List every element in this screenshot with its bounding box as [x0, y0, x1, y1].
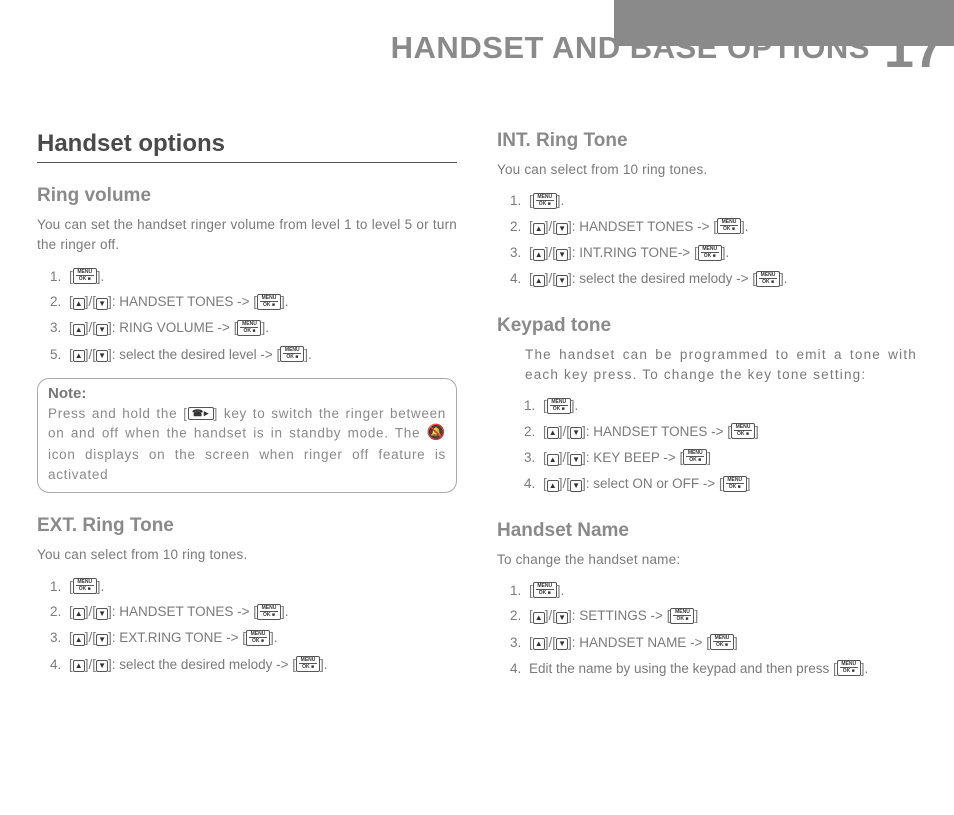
ext-ring-heading: EXT. Ring Tone: [37, 515, 457, 537]
up-down-key-icon: ▲: [533, 240, 545, 266]
menu-ok-key-icon: [756, 271, 780, 287]
list-item: [▲]/[▼]: RING VOLUME -> [].: [65, 315, 457, 341]
content-area: Handset options Ring volume You can set …: [0, 90, 954, 686]
menu-ok-key-icon: [547, 398, 571, 414]
menu-ok-key-icon: [237, 320, 261, 336]
menu-ok-key-icon: [257, 294, 281, 310]
list-item: [].: [525, 578, 917, 604]
section-title: Handset options: [37, 130, 457, 163]
ext-ring-intro: You can select from 10 ring tones.: [37, 545, 457, 565]
menu-ok-key-icon: [257, 604, 281, 620]
left-column: Handset options Ring volume You can set …: [37, 130, 457, 686]
up-down-key-icon: ▲: [73, 315, 85, 341]
list-item: [▲]/[▼]: EXT.RING TONE -> [].: [65, 625, 457, 651]
menu-ok-key-icon: [533, 193, 557, 209]
note-title: Note:: [48, 385, 446, 402]
menu-ok-key-icon: [73, 268, 97, 284]
call-key-icon: ☎▸: [188, 407, 214, 420]
list-item: [▲]/[▼]: select the desired melody -> []…: [65, 652, 457, 678]
right-column: INT. Ring Tone You can select from 10 ri…: [497, 130, 917, 686]
keypad-tone-steps: []. [▲]/[▼]: HANDSET TONES -> [] [▲]/[▼]…: [539, 393, 917, 497]
list-item: [].: [539, 393, 917, 419]
list-item: [▲]/[▼]: select ON or OFF -> []: [539, 471, 917, 497]
up-down-key-icon: ▲: [547, 418, 559, 444]
menu-ok-key-icon: [670, 608, 694, 624]
list-item: [▲]/[▼]: SETTINGS -> []: [525, 603, 917, 629]
list-item: [].: [525, 188, 917, 214]
list-item: [].: [65, 574, 457, 600]
list-item: [▲]/[▼]: HANDSET TONES -> [].: [65, 289, 457, 315]
keypad-tone-heading: Keypad tone: [497, 315, 917, 337]
page-header: HANDSET AND BASE OPTIONS 17: [0, 0, 954, 90]
up-down-key-icon: ▲: [73, 625, 85, 651]
list-item: [▲]/[▼]: KEY BEEP -> []: [539, 445, 917, 471]
up-down-key-icon: ▲: [533, 603, 545, 629]
note-body: Press and hold the [☎▸] key to switch th…: [48, 404, 446, 484]
menu-ok-key-icon: [73, 578, 97, 594]
menu-ok-key-icon: [246, 630, 270, 646]
list-item: [▲]/[▼]: HANDSET TONES -> [].: [65, 599, 457, 625]
ring-volume-heading: Ring volume: [37, 185, 457, 207]
up-down-key-icon: ▲: [73, 651, 85, 677]
menu-ok-key-icon: [837, 660, 861, 676]
ring-volume-steps: []. [▲]/[▼]: HANDSET TONES -> []. [▲]/[▼…: [65, 264, 457, 368]
menu-ok-key-icon: [723, 476, 747, 492]
bell-off-icon: 🔕: [427, 422, 446, 444]
list-item: [▲]/[▼]: select the desired level -> [].: [65, 342, 457, 368]
menu-ok-key-icon: [683, 449, 707, 465]
int-ring-intro: You can select from 10 ring tones.: [497, 160, 917, 180]
menu-ok-key-icon: [698, 245, 722, 261]
list-item: [▲]/[▼]: HANDSET NAME -> []: [525, 630, 917, 656]
menu-ok-key-icon: [280, 346, 304, 362]
menu-ok-key-icon: [710, 634, 734, 650]
menu-ok-key-icon: [296, 656, 320, 672]
up-down-key-icon: ▲: [533, 629, 545, 655]
list-item: [].: [65, 264, 457, 290]
list-item: [▲]/[▼]: HANDSET TONES -> [].: [525, 214, 917, 240]
ext-ring-steps: []. [▲]/[▼]: HANDSET TONES -> []. [▲]/[▼…: [65, 574, 457, 678]
chapter-number: 17: [884, 18, 944, 80]
menu-ok-key-icon: [533, 582, 557, 598]
up-down-key-icon: ▲: [533, 266, 545, 292]
ring-volume-intro: You can set the handset ringer volume fr…: [37, 215, 457, 256]
chapter-title: HANDSET AND BASE OPTIONS: [0, 30, 870, 66]
int-ring-heading: INT. Ring Tone: [497, 130, 917, 152]
keypad-tone-intro: The handset can be programmed to emit a …: [525, 345, 917, 386]
up-down-key-icon: ▲: [547, 471, 559, 497]
list-item: [▲]/[▼]: select the desired melody -> []…: [525, 266, 917, 292]
up-down-key-icon: ▲: [73, 289, 85, 315]
up-down-key-icon: ▲: [547, 445, 559, 471]
menu-ok-key-icon: [717, 218, 741, 234]
up-down-key-icon: ▲: [73, 599, 85, 625]
note-box: Note: Press and hold the [☎▸] key to swi…: [37, 378, 457, 493]
handset-name-steps: []. [▲]/[▼]: SETTINGS -> [] [▲]/[▼]: HAN…: [525, 578, 917, 682]
handset-name-intro: To change the handset name:: [497, 550, 917, 570]
list-item: [▲]/[▼]: INT.RING TONE-> [].: [525, 240, 917, 266]
list-item: [▲]/[▼]: HANDSET TONES -> []: [539, 419, 917, 445]
menu-ok-key-icon: [731, 423, 755, 439]
up-down-key-icon: ▲: [533, 214, 545, 240]
list-item: Edit the name by using the keypad and th…: [525, 656, 917, 682]
handset-name-heading: Handset Name: [497, 520, 917, 542]
int-ring-steps: []. [▲]/[▼]: HANDSET TONES -> []. [▲]/[▼…: [525, 188, 917, 292]
up-down-key-icon: ▲: [73, 341, 85, 367]
